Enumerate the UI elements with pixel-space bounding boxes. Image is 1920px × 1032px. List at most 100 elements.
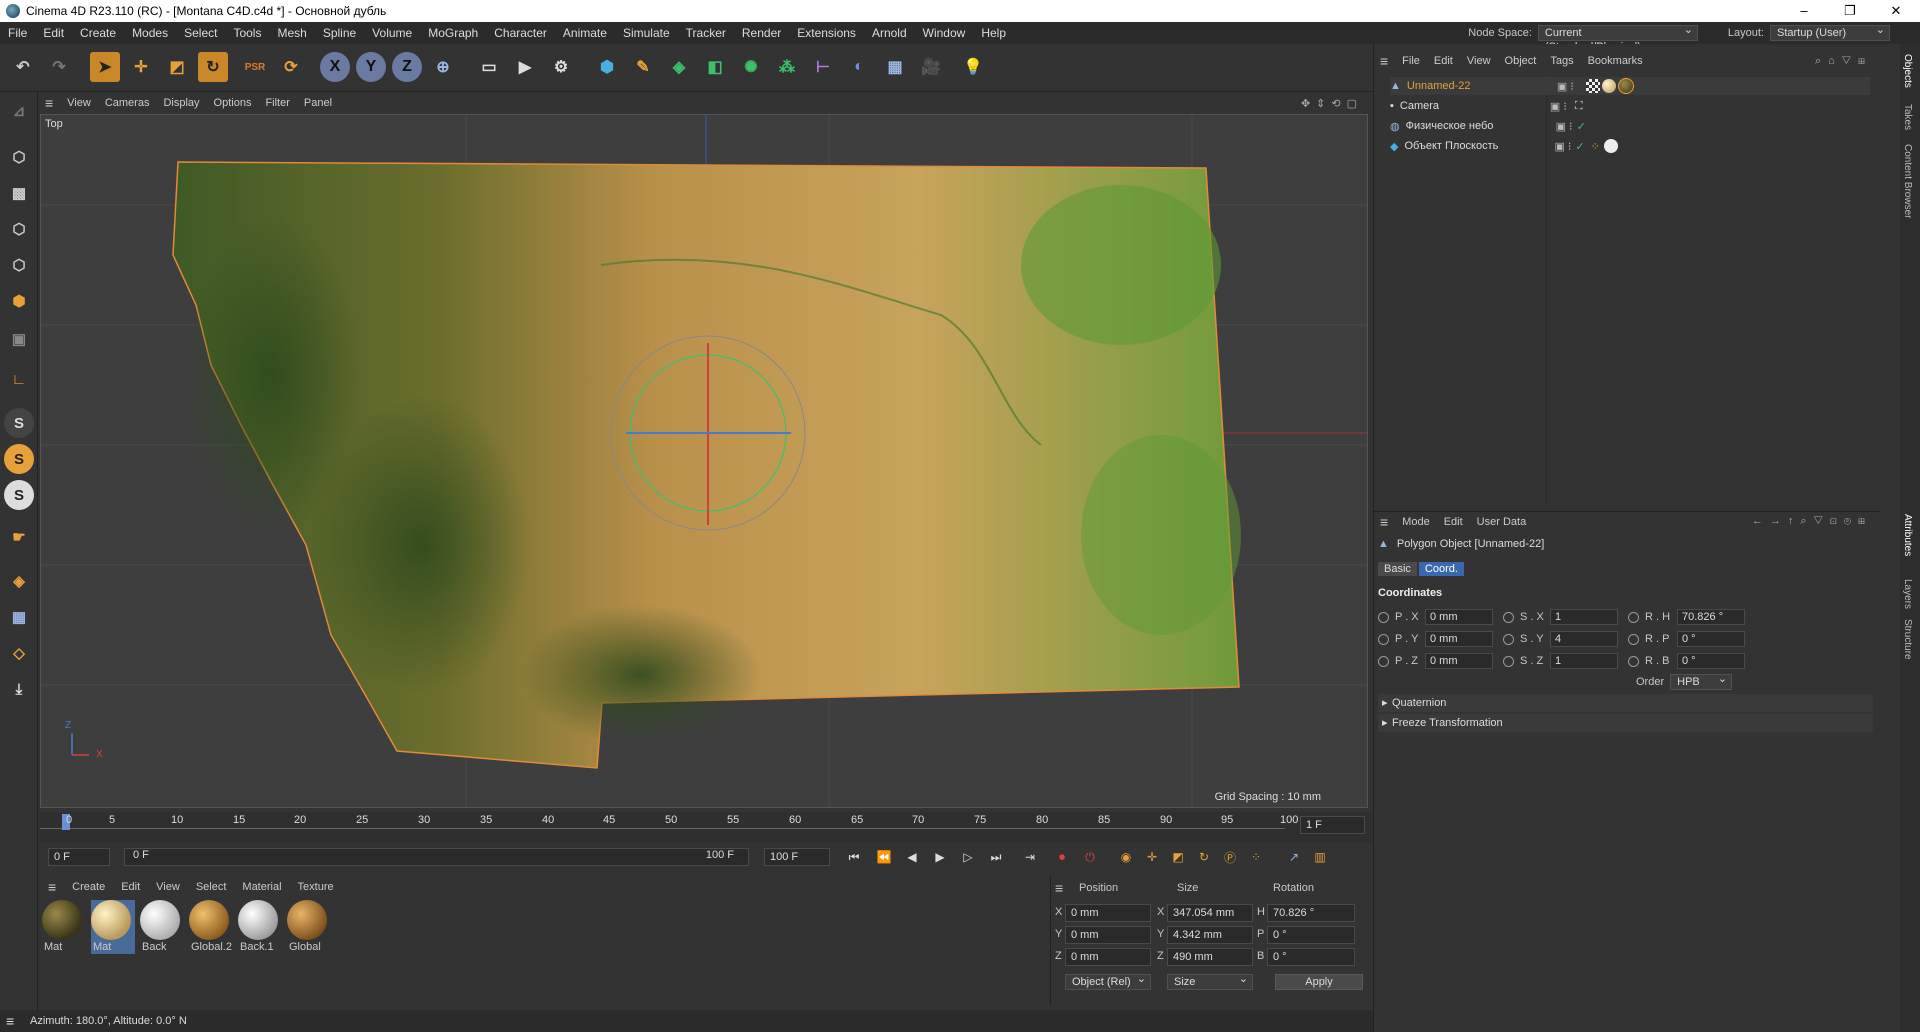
keyframe-selection-icon[interactable]: ◉ (1114, 846, 1138, 868)
goto-end-icon[interactable]: ⏭ (984, 846, 1008, 868)
menu-help[interactable]: Help (973, 26, 1014, 40)
mat-menu-material[interactable]: Material (234, 881, 289, 893)
obj-menu-object[interactable]: Object (1498, 55, 1544, 67)
material-swatch[interactable]: Back (140, 900, 184, 954)
scale-tool-icon[interactable]: ◩ (162, 52, 192, 82)
side-tab-structure[interactable]: Structure (1902, 619, 1913, 660)
recent-tools-icon[interactable]: PSR (240, 52, 270, 82)
field-icon[interactable]: ◐ (844, 52, 874, 82)
coord-hamburger-icon[interactable]: ≡ (1055, 880, 1063, 896)
attr-rb-field[interactable]: 0 ° (1677, 653, 1745, 669)
object-row-unnamed-22[interactable]: ▲ Unnamed-22 ▣ ⁝ (1390, 77, 1870, 95)
size-x-field[interactable]: 347.054 mm (1167, 904, 1253, 922)
obj-menu-file[interactable]: File (1395, 55, 1427, 67)
material-swatch[interactable]: Global (287, 900, 331, 954)
menu-mograph[interactable]: MoGraph (420, 26, 486, 40)
side-tab-layers[interactable]: Layers (1902, 579, 1913, 609)
quaternion-group[interactable]: ▸ Quaternion (1378, 694, 1873, 712)
mat-menu-edit[interactable]: Edit (113, 881, 148, 893)
workplane-icon[interactable]: ◈ (4, 566, 34, 596)
next-frame-icon[interactable]: ▷ (956, 846, 980, 868)
attr-sy-field[interactable]: 4 (1550, 631, 1618, 647)
attr-hamburger-icon[interactable]: ≡ (1373, 514, 1395, 530)
obj-menu-edit[interactable]: Edit (1427, 55, 1460, 67)
attr-sx-field[interactable]: 1 (1550, 609, 1618, 625)
menu-select[interactable]: Select (176, 26, 225, 40)
visibility-dots-icon[interactable]: ▣ ⁝ (1556, 120, 1573, 133)
side-tab-attributes[interactable]: Attributes (1902, 514, 1913, 556)
play-icon[interactable]: ▶ (928, 846, 952, 868)
deformer-icon[interactable]: ⊢ (808, 52, 838, 82)
obj-menu-tags[interactable]: Tags (1543, 55, 1580, 67)
enabled-check-icon[interactable]: ✓ (1575, 140, 1584, 153)
key-rotation-icon[interactable]: ↻ (1192, 846, 1216, 868)
mat-menu-select[interactable]: Select (188, 881, 235, 893)
maximize-button[interactable]: ❐ (1830, 0, 1870, 22)
menu-modes[interactable]: Modes (124, 26, 176, 40)
array-icon[interactable]: ✺ (736, 52, 766, 82)
size-mode-dropdown[interactable]: Size (1167, 972, 1253, 990)
object-row-physical-sky[interactable]: ◍ Физическое небо ▣ ⁝ ✓ (1390, 117, 1870, 135)
menu-extensions[interactable]: Extensions (789, 26, 864, 40)
start-frame-field[interactable]: 0 F (48, 848, 110, 866)
keyframe-radio[interactable] (1628, 611, 1639, 623)
render-region-icon[interactable]: ▭ (474, 52, 504, 82)
x-axis-lock-icon[interactable]: X (320, 52, 350, 82)
object-row-camera[interactable]: ▪ Camera ▣ ⁝ ⛶ (1390, 97, 1870, 115)
menu-simulate[interactable]: Simulate (615, 26, 678, 40)
select-tool-icon[interactable]: ➤ (90, 52, 120, 82)
points-mode-icon[interactable]: ⬡ (4, 214, 34, 244)
node-space-dropdown[interactable]: Current (Standard/Physical) (1537, 23, 1698, 53)
mat-menu-create[interactable]: Create (64, 881, 113, 893)
record-icon[interactable]: ⏺ (1050, 846, 1074, 868)
key-position-icon[interactable]: ✛ (1140, 846, 1164, 868)
menu-tools[interactable]: Tools (225, 26, 269, 40)
current-frame-field[interactable]: 1 F (1300, 816, 1365, 834)
pos-x-field[interactable]: 0 mm (1065, 904, 1151, 922)
z-axis-lock-icon[interactable]: Z (392, 52, 422, 82)
pos-z-field[interactable]: 0 mm (1065, 948, 1151, 966)
polygons-mode-icon[interactable]: ⬢ (4, 286, 34, 316)
attr-sz-field[interactable]: 1 (1550, 653, 1618, 669)
redo-icon[interactable]: ↷ (44, 52, 74, 82)
close-button[interactable]: ✕ (1876, 0, 1916, 22)
motion-system-icon[interactable]: ↗ (1282, 846, 1306, 868)
apply-button[interactable]: Apply (1275, 974, 1363, 990)
keyframe-radio[interactable] (1378, 611, 1389, 623)
keyframe-radio[interactable] (1503, 611, 1514, 623)
render-settings-icon[interactable]: ⚙ (546, 52, 576, 82)
vp-menu-view[interactable]: View (60, 97, 98, 109)
record-range-icon[interactable]: ⇥ (1018, 846, 1042, 868)
vp-menu-cameras[interactable]: Cameras (98, 97, 157, 109)
menu-file[interactable]: File (0, 26, 35, 40)
material-swatch[interactable]: Mat (42, 900, 86, 954)
snap-settings-icon[interactable]: S (4, 444, 34, 474)
order-dropdown[interactable]: HPB (1670, 672, 1733, 690)
menu-spline[interactable]: Spline (315, 26, 364, 40)
tab-basic[interactable]: Basic (1378, 562, 1417, 576)
viewport-nav-icons[interactable]: ✥⇕⟲▢ (1301, 97, 1363, 110)
material-hamburger-icon[interactable]: ≡ (40, 879, 64, 895)
mat-menu-texture[interactable]: Texture (290, 881, 342, 893)
viewport-top[interactable]: Top Z X Grid Spacing: 10 mm (40, 114, 1368, 808)
menu-edit[interactable]: Edit (35, 26, 72, 40)
rot-h-field[interactable]: 70.826 ° (1267, 904, 1355, 922)
viewport-hamburger-icon[interactable]: ≡ (38, 95, 60, 111)
floor-icon[interactable]: ▦ (880, 52, 910, 82)
material-swatch-selected[interactable]: Mat (91, 900, 135, 954)
timeline-ruler[interactable]: 0 5 10 15 20 25 30 35 40 45 50 55 60 65 … (40, 812, 1373, 842)
object-row-plane[interactable]: ◆ Объект Плоскость ▣ ⁝ ✓ ⁘ (1390, 137, 1870, 155)
key-scale-icon[interactable]: ◩ (1166, 846, 1190, 868)
goto-start-icon[interactable]: ⏮ (842, 846, 866, 868)
visibility-dots-icon[interactable]: ▣ ⁝ (1554, 140, 1571, 153)
keyframe-radio[interactable] (1628, 655, 1639, 667)
attr-menu-mode[interactable]: Mode (1395, 516, 1437, 528)
menu-character[interactable]: Character (486, 26, 555, 40)
vp-menu-display[interactable]: Display (156, 97, 206, 109)
quantize-icon[interactable]: S (4, 480, 34, 510)
world-coordinate-icon[interactable]: ⊕ (428, 52, 458, 82)
freeze-transformation-group[interactable]: ▸ Freeze Transformation (1378, 714, 1873, 732)
material-tag-selected-icon[interactable] (1617, 78, 1634, 94)
attr-rp-field[interactable]: 0 ° (1677, 631, 1745, 647)
pos-y-field[interactable]: 0 mm (1065, 926, 1151, 944)
